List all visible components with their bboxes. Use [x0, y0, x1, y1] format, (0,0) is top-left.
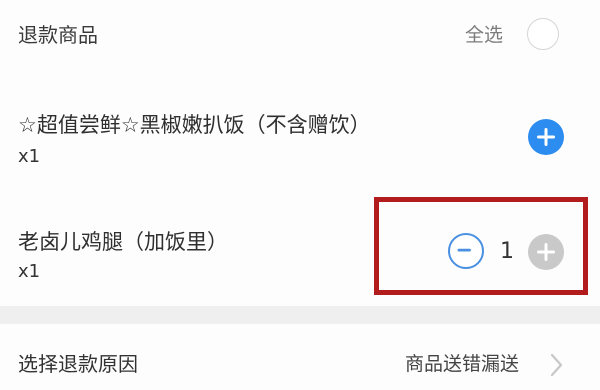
item-qty-2: x1 — [18, 261, 41, 282]
add-item-button[interactable] — [528, 119, 564, 155]
item-qty-1: x1 — [18, 146, 41, 167]
plus-circle-icon — [537, 128, 555, 146]
select-all-label[interactable]: 全选 — [465, 20, 503, 47]
reason-value: 商品送错漏送 — [405, 353, 520, 375]
section-title: 退款商品 — [18, 23, 98, 47]
chevron-right-icon — [550, 353, 563, 377]
section-divider — [0, 306, 600, 324]
refund-items-card: 退款商品 全选 ☆超值尝鲜☆黑椒嫩扒饭（不含赠饮） x1 老卤儿鸡腿（加饭里） … — [0, 0, 600, 306]
reason-label: 选择退款原因 — [18, 352, 138, 376]
refund-items-page: 退款商品 全选 ☆超值尝鲜☆黑椒嫩扒饭（不含赠饮） x1 老卤儿鸡腿（加饭里） … — [0, 0, 600, 390]
refund-reason-row[interactable]: 选择退款原因 商品送错漏送 — [0, 324, 600, 390]
select-all-radio[interactable] — [527, 18, 559, 50]
item-name-1: ☆超值尝鲜☆黑椒嫩扒饭（不含赠饮） — [18, 113, 371, 137]
highlight-annotation-box — [374, 197, 588, 295]
item-name-2: 老卤儿鸡腿（加饭里） — [18, 230, 228, 254]
